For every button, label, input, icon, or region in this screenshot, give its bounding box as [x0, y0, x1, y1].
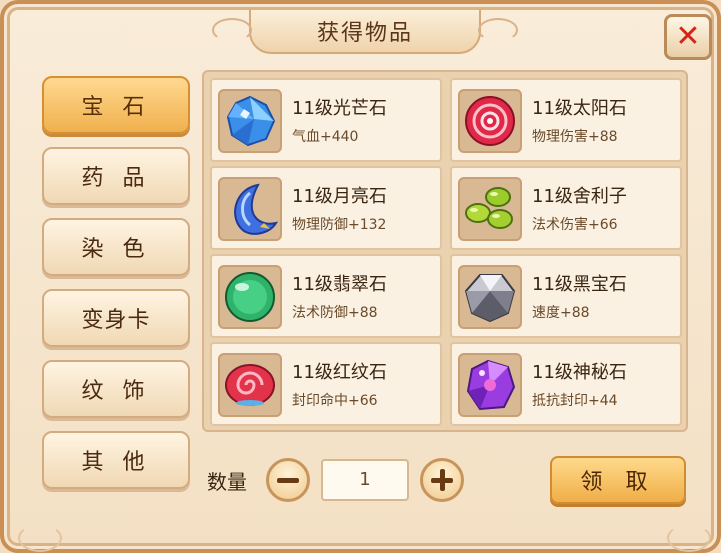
plus-icon: [431, 469, 453, 491]
tab-label: 变身卡: [81, 308, 151, 333]
tab-label: 宝 石: [81, 95, 151, 120]
item-name: 11级翡翠石: [292, 274, 387, 295]
claim-button-label: 领 取: [580, 470, 656, 495]
green-beads-gem-icon: [458, 177, 522, 241]
crescent-moon-gem-icon: [218, 177, 282, 241]
item-cell[interactable]: 11级光芒石 气血+440: [210, 78, 442, 162]
quantity-decrease-button[interactable]: [266, 458, 310, 502]
item-cell[interactable]: 11级神秘石 抵抗封印+44: [450, 342, 682, 426]
red-sun-gem-icon: [458, 89, 522, 153]
tab-transform-card[interactable]: 变身卡: [42, 289, 190, 347]
quantity-input[interactable]: 1: [321, 459, 409, 501]
item-name: 11级红纹石: [292, 362, 387, 383]
quantity-increase-button[interactable]: [420, 458, 464, 502]
item-attribute: 气血+440: [292, 129, 359, 145]
item-name: 11级舍利子: [532, 186, 627, 207]
title-ornament-left: [212, 18, 252, 42]
blue-crystal-gem-icon: [218, 89, 282, 153]
item-attribute: 法术伤害+66: [532, 217, 618, 233]
item-dialog: 获得物品 ✕ 宝 石 药 品 染 色 变身卡 纹 饰 其 他 11级光芒石 气血…: [0, 0, 721, 553]
tab-label: 染 色: [81, 237, 151, 262]
item-name: 11级月亮石: [292, 186, 387, 207]
black-diamond-gem-icon: [458, 265, 522, 329]
corner-ornament: [18, 524, 62, 552]
title-ornament-right: [478, 18, 518, 42]
item-cell[interactable]: 11级黑宝石 速度+88: [450, 254, 682, 338]
item-cell[interactable]: 11级太阳石 物理伤害+88: [450, 78, 682, 162]
item-attribute: 物理防御+132: [292, 217, 387, 233]
item-attribute: 封印命中+66: [292, 393, 378, 409]
purple-mystic-gem-icon: [458, 353, 522, 417]
close-button[interactable]: ✕: [664, 14, 712, 60]
item-attribute: 速度+88: [532, 305, 590, 321]
tab-ornament[interactable]: 纹 饰: [42, 360, 190, 418]
tab-medicine[interactable]: 药 品: [42, 147, 190, 205]
tab-label: 纹 饰: [81, 379, 151, 404]
tab-label: 药 品: [81, 166, 151, 191]
item-cell[interactable]: 11级月亮石 物理防御+132: [210, 166, 442, 250]
green-jade-orb-icon: [218, 265, 282, 329]
tab-other[interactable]: 其 他: [42, 431, 190, 489]
item-name: 11级神秘石: [532, 362, 627, 383]
red-swirl-gem-icon: [218, 353, 282, 417]
dialog-title: 获得物品: [316, 21, 413, 46]
tab-dye[interactable]: 染 色: [42, 218, 190, 276]
item-grid: 11级光芒石 气血+440 11级太阳石 物理伤害+88 11级月亮石 物理防御…: [202, 70, 688, 432]
corner-ornament: [667, 524, 711, 552]
item-cell[interactable]: 11级红纹石 封印命中+66: [210, 342, 442, 426]
tab-gems[interactable]: 宝 石: [42, 76, 190, 134]
title-plate: 获得物品: [249, 10, 481, 54]
quantity-label: 数量: [207, 470, 247, 494]
item-cell[interactable]: 11级翡翠石 法术防御+88: [210, 254, 442, 338]
claim-button[interactable]: 领 取: [550, 456, 686, 504]
item-attribute: 物理伤害+88: [532, 129, 618, 145]
close-x-icon: ✕: [675, 19, 701, 54]
item-attribute: 抵抗封印+44: [532, 393, 618, 409]
item-name: 11级黑宝石: [532, 274, 627, 295]
tab-label: 其 他: [81, 450, 151, 475]
item-name: 11级太阳石: [532, 98, 627, 119]
item-name: 11级光芒石: [292, 98, 387, 119]
item-cell[interactable]: 11级舍利子 法术伤害+66: [450, 166, 682, 250]
minus-icon: [277, 477, 299, 483]
item-attribute: 法术防御+88: [292, 305, 378, 321]
